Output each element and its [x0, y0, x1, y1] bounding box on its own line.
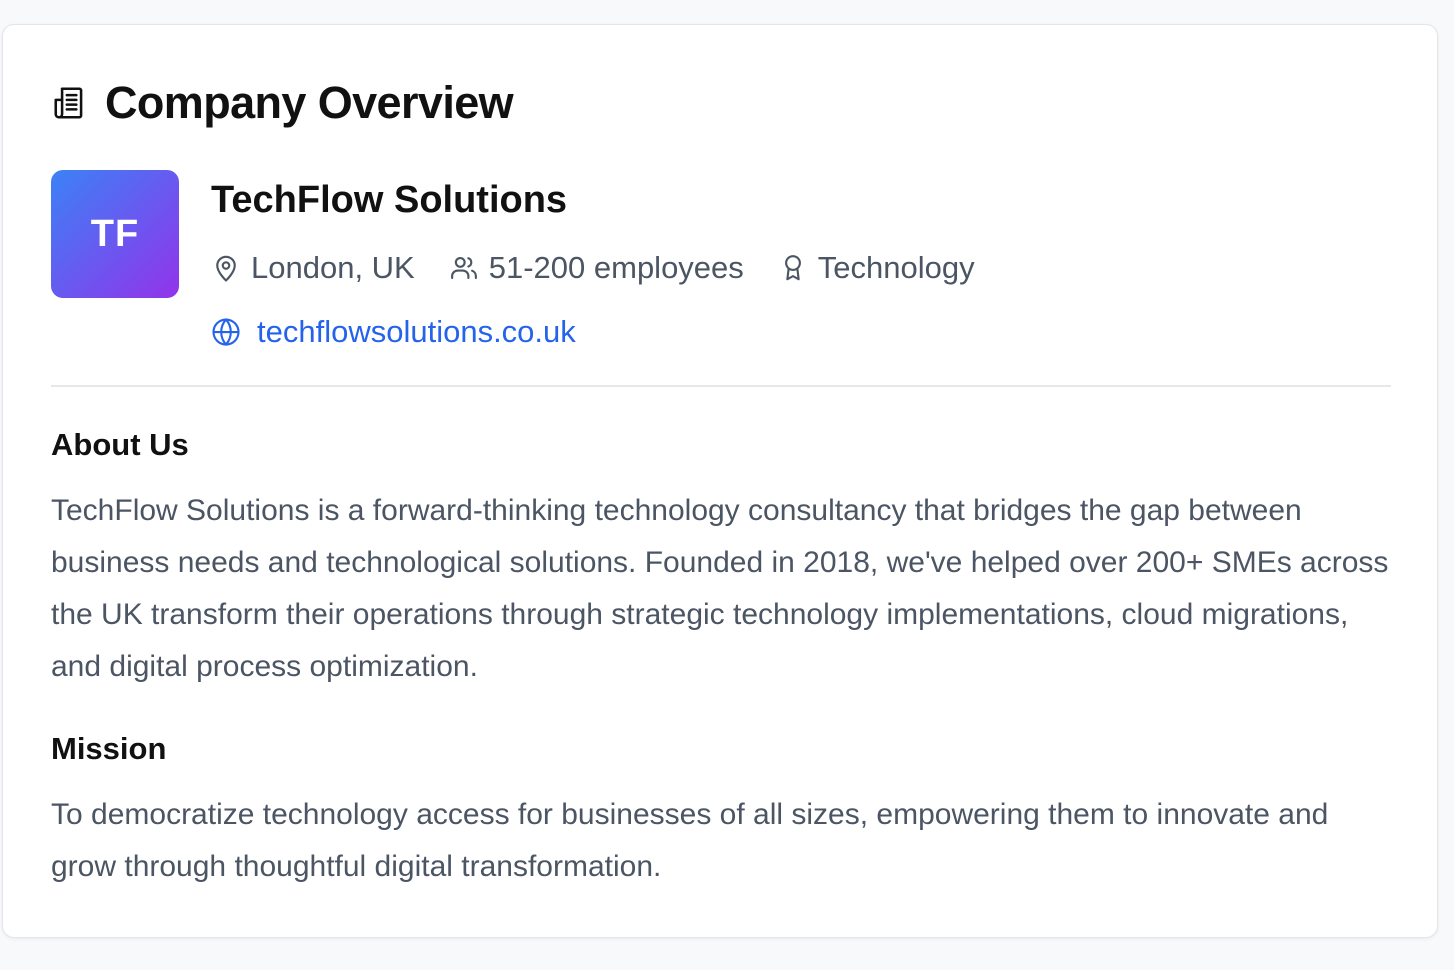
location-item: London, UK — [211, 247, 415, 289]
employees-item: 51-200 employees — [449, 247, 744, 289]
industry-text: Technology — [817, 250, 975, 285]
company-initials: TF — [90, 212, 140, 255]
mission-heading: Mission — [51, 731, 167, 766]
company-logo: TF — [51, 170, 179, 298]
map-pin-icon — [211, 253, 241, 283]
globe-icon — [211, 317, 241, 347]
employees-text: 51-200 employees — [488, 250, 744, 285]
users-icon — [449, 253, 479, 283]
company-name: TechFlow Solutions — [211, 179, 568, 221]
website-text[interactable]: techflowsolutions.co.uk — [257, 312, 576, 352]
website-link[interactable]: techflowsolutions.co.uk — [211, 312, 576, 352]
location-text: London, UK — [251, 250, 415, 285]
page-title: Company Overview — [105, 77, 514, 128]
company-meta: London, UK 51-200 employees Technology — [211, 247, 975, 289]
building-document-icon — [51, 84, 89, 122]
industry-item: Technology — [778, 247, 975, 289]
mission-text: To democratize technology access for bus… — [51, 798, 1329, 883]
divider — [51, 385, 1391, 387]
card-header: Company Overview — [51, 77, 514, 129]
company-overview-card: Company Overview TF TechFlow Solutions L… — [2, 24, 1438, 938]
about-text: TechFlow Solutions is a forward-thinking… — [51, 494, 1389, 683]
award-icon — [778, 253, 808, 283]
about-heading: About Us — [51, 427, 189, 462]
